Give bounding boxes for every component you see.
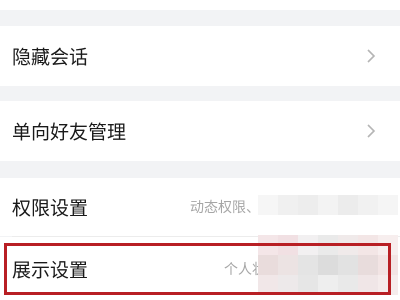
top-list-edge (0, 0, 400, 10)
redacted-mosaic (258, 195, 400, 300)
row-label: 单向好友管理 (12, 121, 127, 144)
row-label: 隐藏会话 (12, 46, 89, 69)
chevron-right-icon (367, 124, 376, 138)
row-label: 权限设置 (12, 197, 89, 220)
chevron-right-icon (367, 49, 376, 63)
one-way-friends-row[interactable]: 单向好友管理 (0, 101, 400, 161)
hidden-conversations-row[interactable]: 隐藏会话 (0, 26, 400, 86)
row-label: 展示设置 (12, 259, 89, 281)
row-value: 动态权限、 (190, 200, 260, 216)
